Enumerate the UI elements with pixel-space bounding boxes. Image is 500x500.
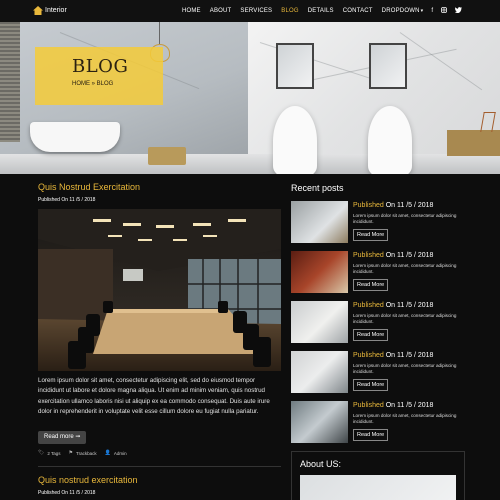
recent-post-read-more-button[interactable]: Read More [353,429,389,441]
wood-cabinet [447,130,500,156]
published-label: Published [353,202,384,209]
nav-blog[interactable]: BLOG [281,8,298,14]
post-footer-meta: 🏷 2 Tags ⚑ Trackback 👤 Admin [38,450,135,456]
tag-icon: 🏷 [38,450,45,456]
trackback-label: Trackback [76,450,97,456]
window-blind [0,22,20,142]
breadcrumb: HOME » BLOG [72,81,114,87]
post-date: Published On 11 /5 / 2018 [38,490,96,496]
nav-dropdown[interactable]: DROPDOWN▾ [382,8,424,14]
recent-post-read-more-button[interactable]: Read More [353,329,389,341]
about-us-heading: About US: [300,459,342,469]
trackback-link[interactable]: ⚑ Trackback [69,450,97,456]
recent-post-published: Published On 11 /5 / 2018 [353,352,433,359]
main-menu: HOME ABOUT SERVICES BLOG DETAILS CONTACT… [173,0,462,22]
facebook-icon[interactable]: f [431,8,433,14]
recent-post-published: Published On 11 /5 / 2018 [353,202,433,209]
instagram-icon[interactable] [441,7,447,15]
recent-post-description: Lorem ipsum dolor sit amet, consectetur … [353,313,457,324]
about-us-image [300,475,456,500]
nav-about[interactable]: ABOUT [210,8,232,14]
mirror [369,43,407,89]
post-image-conference-room[interactable] [38,209,281,371]
recent-post-published: Published On 11 /5 / 2018 [353,252,433,259]
post-excerpt: Lorem ipsum dolor sit amet, consectetur … [38,377,270,416]
top-navbar: Interior HOME ABOUT SERVICES BLOG DETAIL… [0,0,500,22]
recent-post-item: Published On 11 /5 / 2018 Lorem ipsum do… [291,251,463,293]
nav-details[interactable]: DETAILS [308,8,334,14]
recent-post-thumbnail[interactable] [291,201,348,243]
published-label: Published [353,302,384,309]
sink [273,106,317,174]
caret-down-icon: ▾ [420,8,424,14]
recent-post-read-more-button[interactable]: Read More [353,379,389,391]
recent-post-description: Lorem ipsum dolor sit amet, consectetur … [353,263,457,274]
recent-post-published: Published On 11 /5 / 2018 [353,302,433,309]
mirror [276,43,314,89]
published-date: On 11 /5 / 2018 [385,202,434,209]
sink [368,106,412,174]
recent-post-read-more-button[interactable]: Read More [353,229,389,241]
social-links: f [431,7,462,15]
recent-posts-heading: Recent posts [291,183,344,193]
recent-post-thumbnail[interactable] [291,251,348,293]
published-date: On 11 /5 / 2018 [385,352,434,359]
published-date: On 11 /5 / 2018 [385,402,434,409]
tags-link[interactable]: 🏷 2 Tags [38,450,61,456]
recent-post-description: Lorem ipsum dolor sit amet, consectetur … [353,213,457,224]
nav-contact[interactable]: CONTACT [343,8,373,14]
recent-post-item: Published On 11 /5 / 2018 Lorem ipsum do… [291,201,463,243]
lamp-wire [159,22,160,44]
recent-post-published: Published On 11 /5 / 2018 [353,402,433,409]
recent-post-item: Published On 11 /5 / 2018 Lorem ipsum do… [291,351,463,393]
flag-icon: ⚑ [68,450,74,456]
post-title[interactable]: Quis Nostrud Exercitation [38,182,140,192]
post-divider [38,466,281,467]
published-date: On 11 /5 / 2018 [385,302,434,309]
page-title: BLOG [72,56,129,77]
tags-label: 2 Tags [47,450,61,456]
side-table [148,147,186,165]
recent-post-read-more-button[interactable]: Read More [353,279,389,291]
nav-home[interactable]: HOME [182,8,201,14]
site-logo[interactable]: Interior [33,6,67,15]
recent-post-description: Lorem ipsum dolor sit amet, consectetur … [353,413,457,424]
floor [0,154,500,174]
published-date: On 11 /5 / 2018 [385,252,434,259]
recent-post-item: Published On 11 /5 / 2018 Lorem ipsum do… [291,301,463,343]
post-title[interactable]: Quis nostrud exercitation [38,475,138,485]
page-title-banner: BLOG HOME » BLOG [35,47,163,105]
author-label: Admin [113,450,127,456]
published-label: Published [353,252,384,259]
published-label: Published [353,352,384,359]
bathtub [30,122,120,152]
conference-room-illustration [38,209,281,371]
user-icon: 👤 [104,450,111,456]
about-us-widget: About US: [291,451,465,500]
nav-dropdown-label: DROPDOWN [381,8,420,14]
recent-post-description: Lorem ipsum dolor sit amet, consectetur … [353,363,457,374]
recent-post-item: Published On 11 /5 / 2018 Lorem ipsum do… [291,401,463,443]
post-date: Published On 11 /5 / 2018 [38,197,96,203]
recent-post-thumbnail[interactable] [291,351,348,393]
twitter-icon[interactable] [454,7,462,15]
nav-services[interactable]: SERVICES [240,8,272,14]
recent-post-thumbnail[interactable] [291,401,348,443]
author-link[interactable]: 👤 Admin [105,450,127,456]
logo-text: Interior [45,7,67,14]
read-more-button[interactable]: Read more ➞ [38,431,87,444]
recent-post-thumbnail[interactable] [291,301,348,343]
page: Interior HOME ABOUT SERVICES BLOG DETAIL… [0,0,500,500]
house-icon [33,6,43,15]
published-label: Published [353,402,384,409]
